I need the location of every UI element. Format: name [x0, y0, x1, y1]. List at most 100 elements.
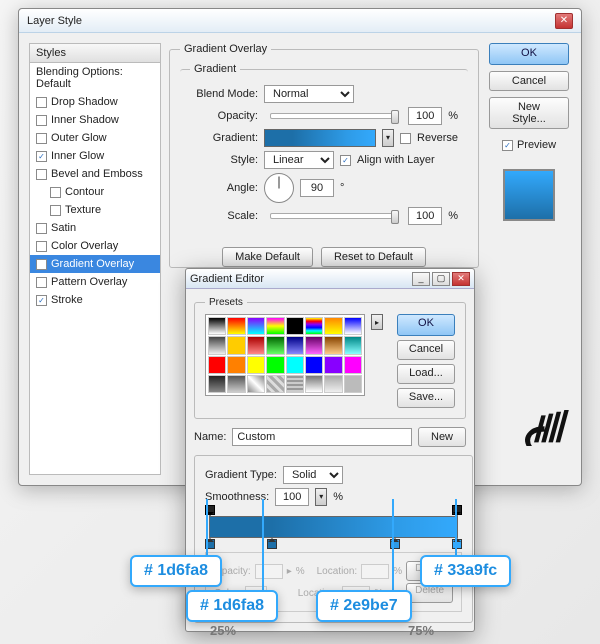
preset-swatch[interactable]	[266, 317, 284, 335]
gradient-swatch[interactable]	[264, 129, 376, 147]
align-checkbox[interactable]: ✓	[340, 155, 351, 166]
preview-checkbox[interactable]: ✓	[502, 140, 513, 151]
sidebar-item-inner-shadow[interactable]: Inner Shadow	[30, 111, 160, 129]
opacity-input[interactable]	[408, 107, 442, 125]
preset-swatch[interactable]	[344, 356, 362, 374]
preset-swatch[interactable]	[286, 375, 304, 393]
preset-swatch[interactable]	[286, 317, 304, 335]
close-icon[interactable]: ✕	[555, 13, 573, 29]
preset-swatch[interactable]	[266, 375, 284, 393]
checkbox[interactable]	[36, 169, 47, 180]
preset-swatch[interactable]	[247, 375, 265, 393]
maximize-icon[interactable]: ▢	[432, 272, 450, 286]
presets-grid[interactable]	[205, 314, 365, 396]
preset-swatch[interactable]	[227, 317, 245, 335]
preset-swatch[interactable]	[247, 336, 265, 354]
presets-menu-icon[interactable]: ▸	[371, 314, 383, 330]
reset-default-button[interactable]: Reset to Default	[321, 247, 426, 267]
sidebar-item-bevel-and-emboss[interactable]: Bevel and Emboss	[30, 165, 160, 183]
new-button[interactable]: New	[418, 427, 466, 447]
checkbox[interactable]: ✓	[36, 295, 47, 306]
gradient-dropdown-icon[interactable]: ▾	[382, 129, 394, 147]
preset-swatch[interactable]	[208, 356, 226, 374]
minimize-icon[interactable]: _	[412, 272, 430, 286]
preset-swatch[interactable]	[324, 336, 342, 354]
preset-swatch[interactable]	[305, 356, 323, 374]
preset-swatch[interactable]	[305, 317, 323, 335]
preset-swatch[interactable]	[266, 356, 284, 374]
cancel-button[interactable]: Cancel	[489, 71, 569, 91]
checkbox[interactable]	[50, 205, 61, 216]
ge-load-button[interactable]: Load...	[397, 364, 455, 384]
gradient-bar[interactable]	[209, 516, 458, 538]
new-style-button[interactable]: New Style...	[489, 97, 569, 129]
preset-swatch[interactable]	[344, 375, 362, 393]
checkbox[interactable]: ✓	[36, 259, 47, 270]
make-default-button[interactable]: Make Default	[222, 247, 313, 267]
callout-line	[262, 499, 264, 591]
angle-dial[interactable]	[264, 173, 294, 203]
checkbox[interactable]	[36, 241, 47, 252]
opacity-stop[interactable]	[452, 505, 462, 515]
checkbox[interactable]	[36, 115, 47, 126]
preset-swatch[interactable]	[344, 336, 362, 354]
reverse-checkbox[interactable]	[400, 133, 411, 144]
preset-swatch[interactable]	[227, 375, 245, 393]
preset-swatch[interactable]	[208, 375, 226, 393]
preset-swatch[interactable]	[227, 356, 245, 374]
stop-opacity-input[interactable]	[255, 564, 283, 579]
sidebar-item-color-overlay[interactable]: Color Overlay	[30, 237, 160, 255]
sidebar-item-satin[interactable]: Satin	[30, 219, 160, 237]
checkbox[interactable]: ✓	[36, 151, 47, 162]
smooth-dropdown-icon[interactable]: ▾	[315, 488, 327, 506]
gtype-select[interactable]: Solid	[283, 466, 343, 484]
preset-swatch[interactable]	[247, 317, 265, 335]
preset-swatch[interactable]	[324, 317, 342, 335]
checkbox[interactable]	[36, 97, 47, 108]
preset-swatch[interactable]	[344, 317, 362, 335]
sidebar-item-outer-glow[interactable]: Outer Glow	[30, 129, 160, 147]
preset-swatch[interactable]	[208, 336, 226, 354]
smooth-input[interactable]	[275, 488, 309, 506]
preset-swatch[interactable]	[286, 356, 304, 374]
style-select[interactable]: Linear	[264, 151, 334, 169]
preset-swatch[interactable]	[286, 336, 304, 354]
checkbox[interactable]	[36, 223, 47, 234]
sidebar-item-inner-glow[interactable]: ✓Inner Glow	[30, 147, 160, 165]
checkbox[interactable]	[36, 133, 47, 144]
callout-pct: 75%	[408, 623, 434, 638]
scale-slider[interactable]	[270, 213, 396, 219]
ge-cancel-button[interactable]: Cancel	[397, 340, 455, 360]
opacity-slider[interactable]	[270, 113, 396, 119]
preset-swatch[interactable]	[266, 336, 284, 354]
sidebar-item-gradient-overlay[interactable]: ✓Gradient Overlay	[30, 255, 160, 273]
preset-swatch[interactable]	[208, 317, 226, 335]
sidebar-item-drop-shadow[interactable]: Drop Shadow	[30, 93, 160, 111]
blend-mode-select[interactable]: Normal	[264, 85, 354, 103]
sidebar-header[interactable]: Styles	[30, 44, 160, 63]
preset-swatch[interactable]	[324, 375, 342, 393]
sidebar-item-stroke[interactable]: ✓Stroke	[30, 291, 160, 309]
preset-swatch[interactable]	[227, 336, 245, 354]
preset-swatch[interactable]	[305, 336, 323, 354]
preset-swatch[interactable]	[324, 356, 342, 374]
preset-swatch[interactable]	[305, 375, 323, 393]
ok-button[interactable]: OK	[489, 43, 569, 65]
color-stop[interactable]	[267, 539, 277, 549]
sidebar-blending[interactable]: Blending Options: Default	[30, 63, 160, 93]
sidebar-item-contour[interactable]: Contour	[30, 183, 160, 201]
checkbox[interactable]	[50, 187, 61, 198]
preset-swatch[interactable]	[247, 356, 265, 374]
ge-save-button[interactable]: Save...	[397, 388, 455, 408]
sidebar-item-pattern-overlay[interactable]: Pattern Overlay	[30, 273, 160, 291]
checkbox[interactable]	[36, 277, 47, 288]
stop-location-input[interactable]	[361, 564, 389, 579]
callout-hex: # 1d6fa8	[130, 555, 222, 587]
ge-close-icon[interactable]: ✕	[452, 272, 470, 286]
ge-ok-button[interactable]: OK	[397, 314, 455, 336]
color-stop[interactable]	[452, 539, 462, 549]
sidebar-item-texture[interactable]: Texture	[30, 201, 160, 219]
name-input[interactable]	[232, 428, 412, 446]
scale-input[interactable]	[408, 207, 442, 225]
angle-input[interactable]	[300, 179, 334, 197]
